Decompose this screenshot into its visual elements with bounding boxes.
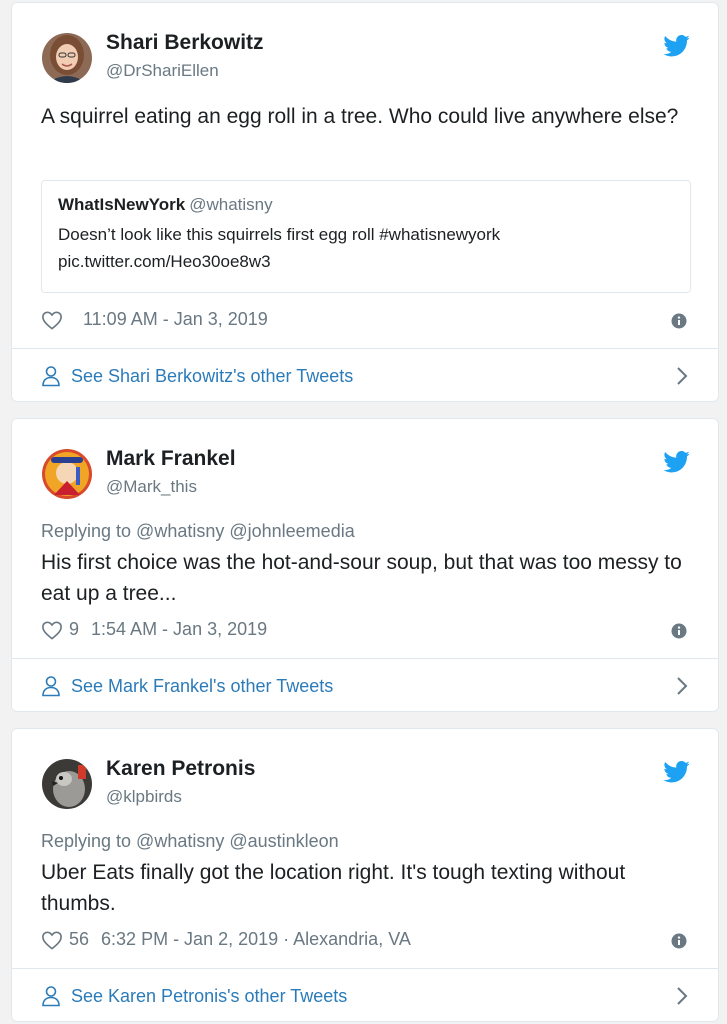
tweet-meta: 56 6:32 PM - Jan 2, 2019 · Alexandria, V…: [41, 929, 411, 950]
footer-label[interactable]: See Shari Berkowitz's other Tweets: [71, 366, 353, 387]
tweet-card: Shari Berkowitz @DrShariEllen A squirrel…: [11, 2, 719, 402]
twitter-bird-icon[interactable]: [663, 451, 690, 473]
display-name[interactable]: Shari Berkowitz: [106, 31, 264, 55]
chevron-right-icon[interactable]: [675, 986, 689, 1006]
replying-to[interactable]: Replying to @whatisny @johnleemedia: [41, 521, 355, 542]
tweet-meta: 11:09 AM - Jan 3, 2019: [41, 309, 268, 330]
info-icon[interactable]: [671, 313, 687, 329]
timestamp[interactable]: 11:09 AM - Jan 3, 2019: [83, 309, 268, 330]
quoted-user-handle: @whatisny: [189, 195, 273, 214]
quoted-display-name: WhatIsNewYork: [58, 195, 186, 214]
person-icon: [42, 366, 60, 387]
footer-label[interactable]: See Karen Petronis's other Tweets: [71, 986, 347, 1007]
heart-icon[interactable]: [41, 620, 63, 640]
quoted-tweet[interactable]: WhatIsNewYork @whatisny Doesn’t look like…: [41, 180, 691, 293]
display-name[interactable]: Karen Petronis: [106, 757, 255, 781]
info-icon[interactable]: [671, 933, 687, 949]
timestamp[interactable]: 1:54 AM - Jan 3, 2019: [91, 619, 267, 640]
like-count[interactable]: 9: [69, 619, 79, 640]
replying-to[interactable]: Replying to @whatisny @austinkleon: [41, 831, 339, 852]
info-icon[interactable]: [671, 623, 687, 639]
tweet-card: Mark Frankel @Mark_this Replying to @wha…: [11, 418, 719, 712]
tweet-text: His first choice was the hot-and-sour so…: [41, 551, 682, 605]
tweet-text: Uber Eats finally got the location right…: [41, 861, 626, 915]
chevron-right-icon[interactable]: [675, 676, 689, 696]
person-icon: [42, 676, 60, 697]
avatar[interactable]: [42, 449, 92, 499]
twitter-bird-icon[interactable]: [663, 761, 690, 783]
like-count[interactable]: 56: [69, 929, 89, 950]
tweet-meta: 9 1:54 AM - Jan 3, 2019: [41, 619, 267, 640]
see-other-tweets-link[interactable]: See Mark Frankel's other Tweets: [41, 659, 689, 713]
see-other-tweets-link[interactable]: See Karen Petronis's other Tweets: [41, 969, 689, 1023]
user-handle[interactable]: @Mark_this: [106, 477, 197, 497]
see-other-tweets-link[interactable]: See Shari Berkowitz's other Tweets: [41, 349, 689, 403]
timestamp[interactable]: 6:32 PM - Jan 2, 2019 · Alexandria, VA: [101, 929, 411, 950]
footer-label[interactable]: See Mark Frankel's other Tweets: [71, 676, 333, 697]
heart-icon[interactable]: [41, 930, 63, 950]
quoted-tweet-text: Doesn’t look like this squirrels first e…: [58, 225, 501, 244]
chevron-right-icon[interactable]: [675, 366, 689, 386]
person-icon: [42, 986, 60, 1007]
tweet-text: A squirrel eating an egg roll in a tree.…: [41, 105, 679, 128]
heart-icon[interactable]: [41, 310, 63, 330]
avatar[interactable]: [42, 759, 92, 809]
user-handle[interactable]: @DrShariEllen: [106, 61, 219, 81]
tweet-card: Karen Petronis @klpbirds Replying to @wh…: [11, 728, 719, 1022]
twitter-bird-icon[interactable]: [663, 35, 690, 57]
quoted-tweet-link[interactable]: pic.twitter.com/Heo30oe8w3: [58, 248, 674, 275]
display-name[interactable]: Mark Frankel: [106, 447, 236, 471]
user-handle[interactable]: @klpbirds: [106, 787, 182, 807]
avatar[interactable]: [42, 33, 92, 83]
